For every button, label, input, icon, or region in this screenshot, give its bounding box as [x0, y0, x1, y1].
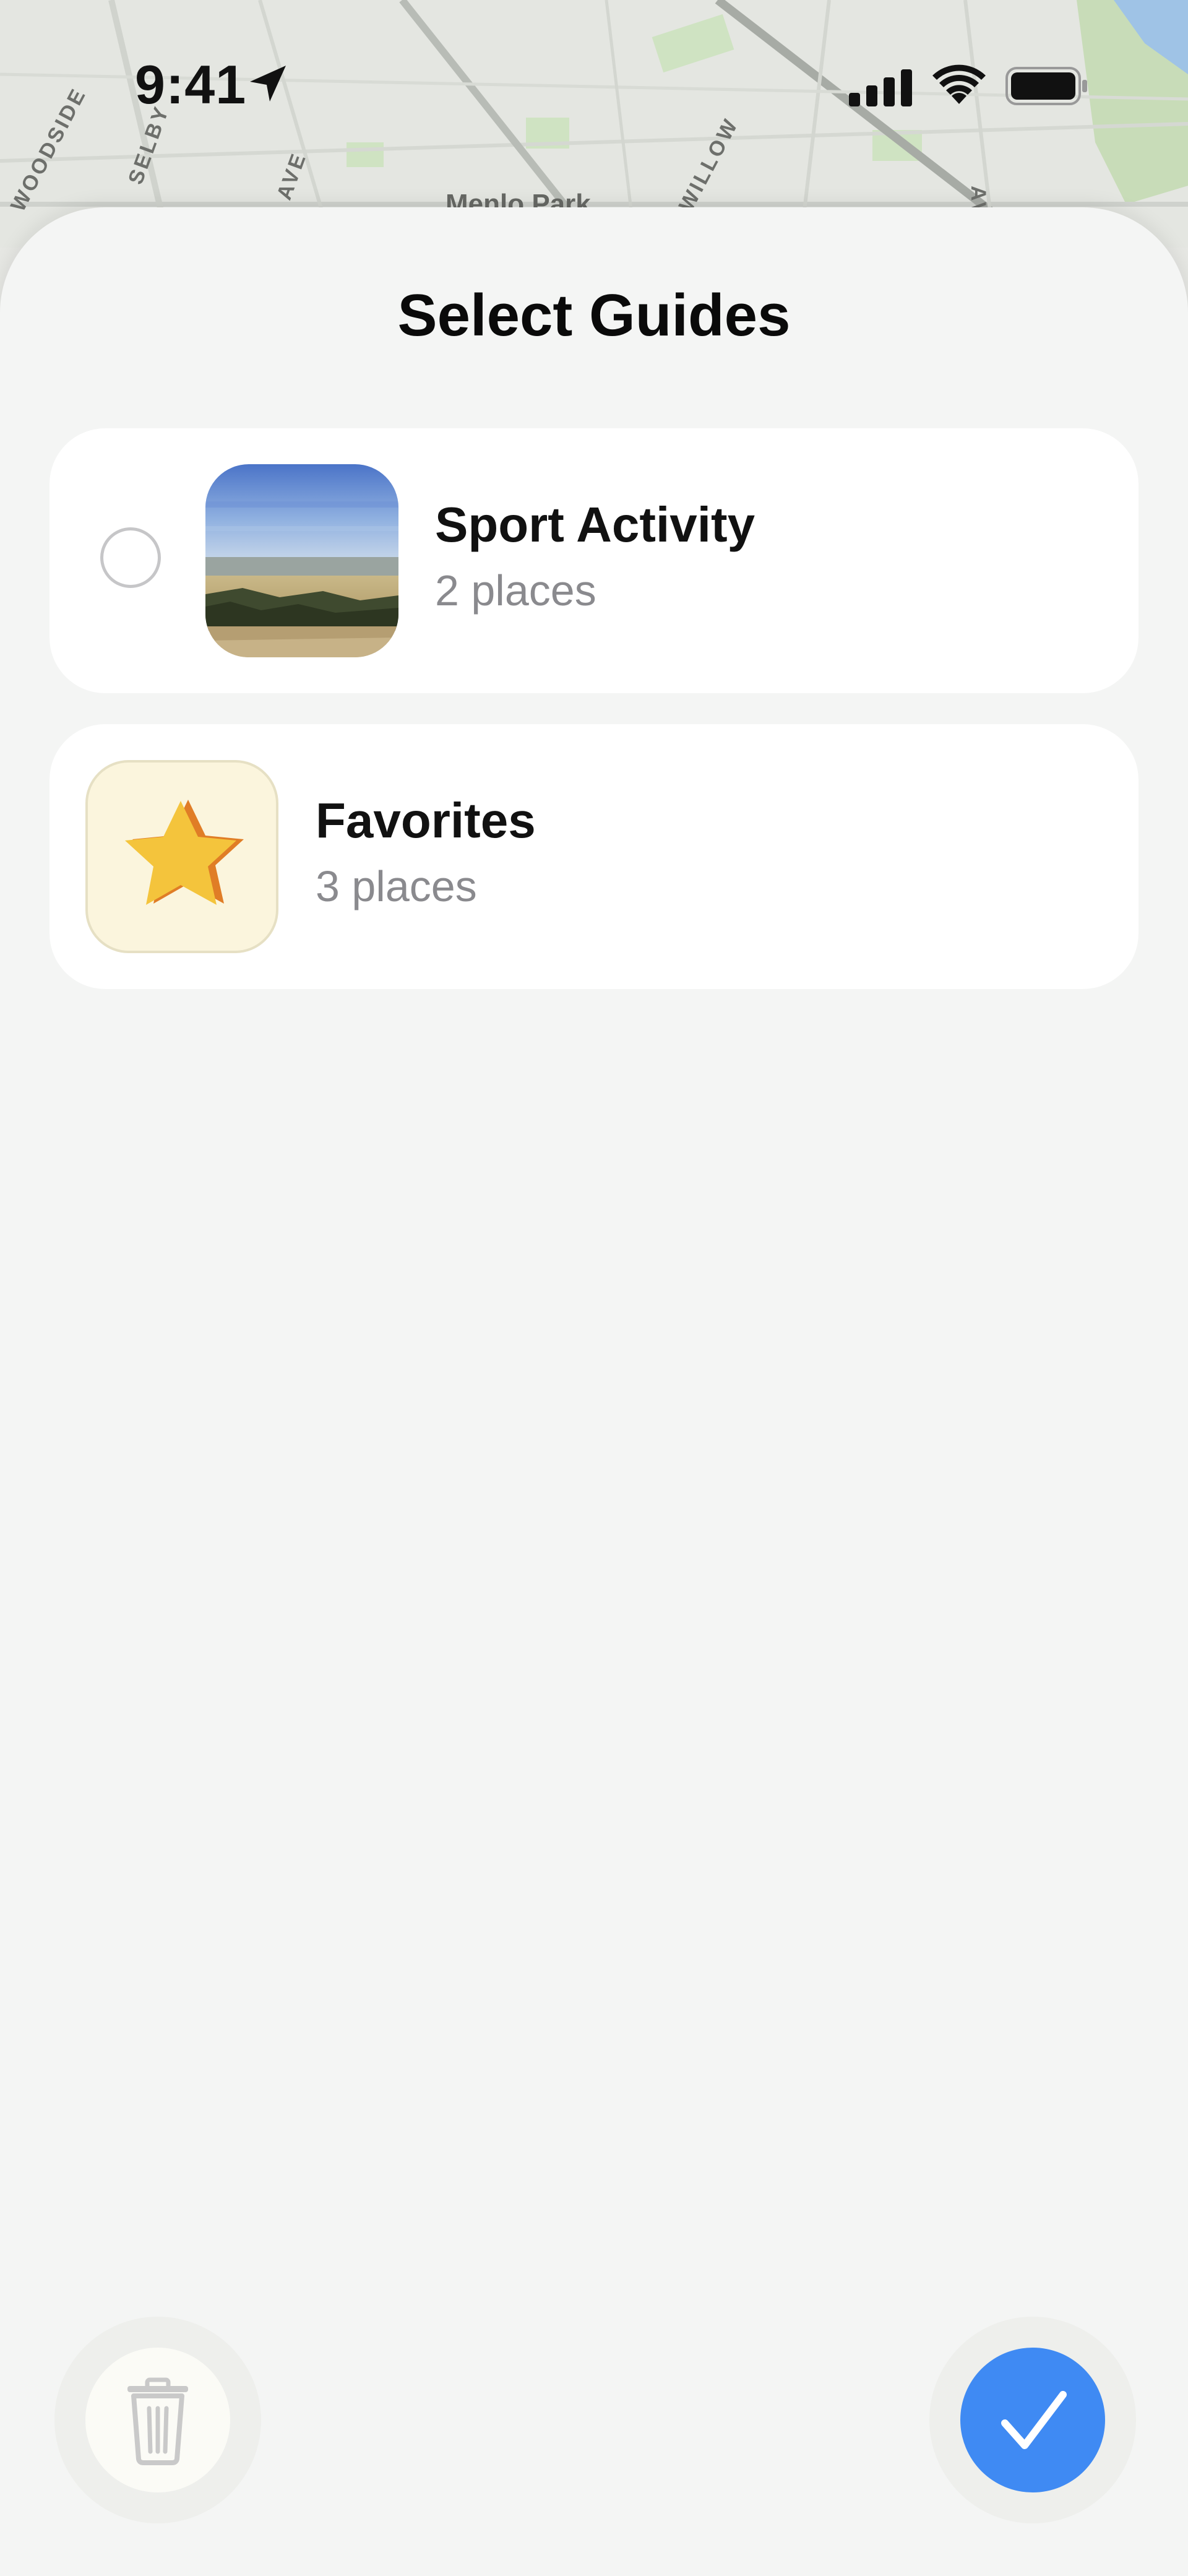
landscape-photo-thumbnail: [205, 464, 398, 657]
confirm-button[interactable]: [960, 2348, 1105, 2492]
status-bar: 9:41: [0, 0, 1188, 173]
cellular-signal-icon: [849, 69, 914, 110]
select-guides-sheet: Select Guides Sport Activity 2 places Fa…: [0, 207, 1188, 2576]
wifi-icon: [931, 64, 987, 110]
delete-button[interactable]: [85, 2348, 230, 2492]
location-arrow-icon: [246, 62, 290, 108]
guide-row-sport-activity[interactable]: Sport Activity 2 places: [50, 428, 1138, 693]
guide-title: Favorites: [316, 793, 536, 848]
battery-icon: [1005, 67, 1089, 110]
guide-row-favorites[interactable]: Favorites 3 places: [50, 724, 1138, 989]
guide-place-count: 3 places: [316, 862, 477, 910]
status-time: 9:41: [135, 54, 247, 115]
trash-icon: [127, 2377, 188, 2465]
selection-radio-button[interactable]: [100, 527, 161, 588]
guide-place-count: 2 places: [435, 566, 596, 615]
star-icon: [85, 760, 278, 953]
sheet-title: Select Guides: [397, 282, 791, 348]
guide-title: Sport Activity: [435, 497, 755, 552]
checkmark-icon: [1001, 2391, 1067, 2449]
